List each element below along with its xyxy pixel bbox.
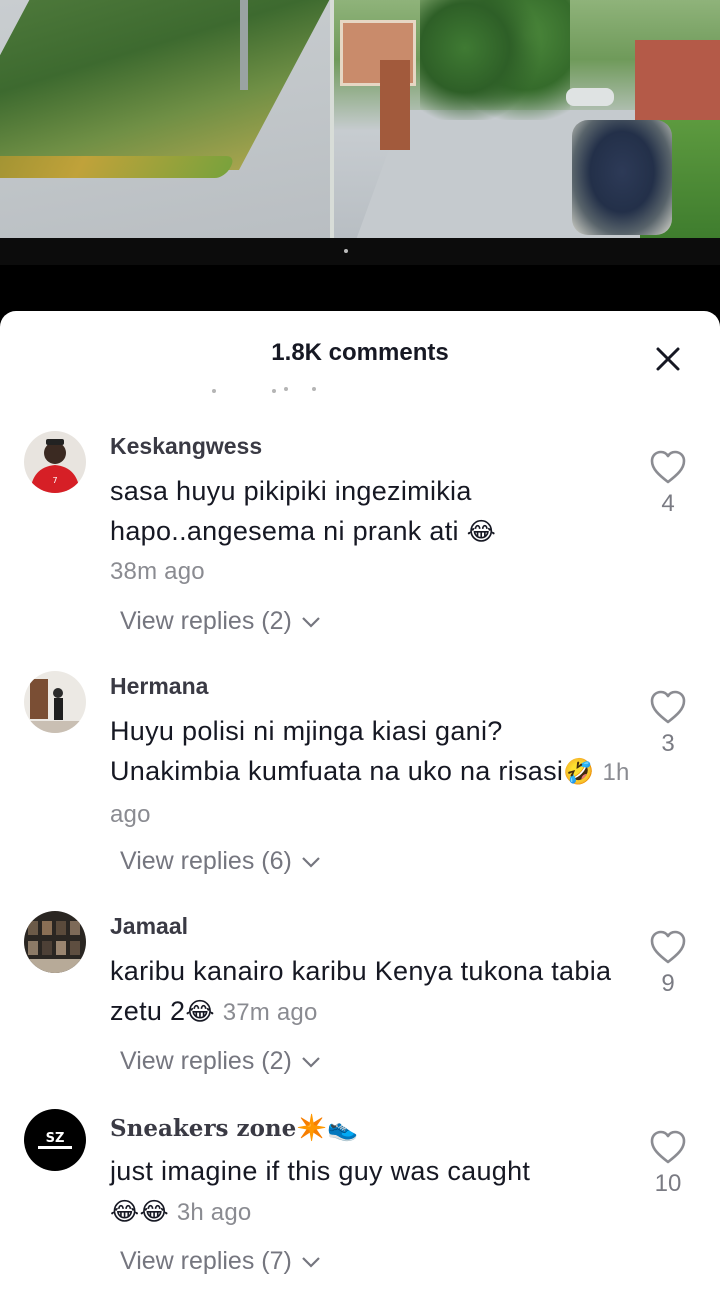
comments-sheet: 1.8K comments 7 Keskangwess sasa huyu pi… bbox=[0, 311, 720, 1299]
video-pole bbox=[240, 0, 248, 90]
comment-body: just imagine if this guy was caught bbox=[110, 1156, 531, 1186]
video-wall bbox=[635, 40, 720, 120]
avatar[interactable]: SZ bbox=[24, 1109, 86, 1171]
comment-emoji: 😂 bbox=[466, 518, 497, 546]
video-trees bbox=[420, 0, 570, 120]
previous-comment-peek bbox=[212, 387, 322, 397]
view-replies-button[interactable]: View replies (2) bbox=[120, 607, 321, 636]
comment-text: Huyu polisi ni mjinga kiasi gani? Unakim… bbox=[110, 711, 630, 835]
comment-time: 37m ago bbox=[222, 999, 318, 1026]
comment-username[interactable]: Hermana bbox=[110, 673, 208, 700]
video-gate bbox=[380, 60, 410, 150]
video-player[interactable] bbox=[0, 0, 720, 265]
video-frame bbox=[0, 0, 720, 238]
comment-username[interactable]: Jamaal bbox=[110, 913, 188, 940]
like-count: 9 bbox=[661, 970, 675, 997]
heart-outline-icon bbox=[650, 450, 686, 484]
view-replies-label: View replies (6) bbox=[120, 847, 292, 875]
heart-outline-icon bbox=[650, 690, 686, 724]
video-split-divider bbox=[330, 0, 334, 238]
svg-text:SZ: SZ bbox=[46, 1131, 65, 1146]
comment-text: sasa huyu pikipiki ingezimikia hapo..ang… bbox=[110, 471, 630, 592]
like-count: 4 bbox=[661, 490, 675, 517]
comment-username[interactable]: Keskangwess bbox=[110, 433, 262, 460]
view-replies-label: View replies (2) bbox=[120, 607, 292, 635]
comment-text: just imagine if this guy was caught 😂😂 3… bbox=[110, 1151, 630, 1233]
chevron-down-icon bbox=[302, 1057, 320, 1068]
avatar[interactable] bbox=[24, 911, 86, 973]
view-replies-button[interactable]: View replies (2) bbox=[120, 1047, 321, 1076]
view-replies-button[interactable]: View replies (7) bbox=[120, 1247, 321, 1276]
heart-outline-icon bbox=[650, 1130, 686, 1164]
like-button[interactable]: 9 bbox=[648, 929, 688, 998]
comment-emoji: 😂 bbox=[185, 998, 215, 1026]
comment-body: Huyu polisi ni mjinga kiasi gani? Unakim… bbox=[110, 716, 564, 786]
like-button[interactable]: 3 bbox=[648, 689, 688, 758]
close-button[interactable] bbox=[650, 341, 686, 377]
video-car bbox=[566, 88, 614, 106]
view-replies-button[interactable]: View replies (6) bbox=[120, 847, 321, 876]
comment-emoji: 🤣 bbox=[563, 758, 595, 786]
video-truck bbox=[572, 120, 672, 235]
svg-text:7: 7 bbox=[52, 476, 57, 485]
chevron-down-icon bbox=[302, 857, 320, 868]
like-button[interactable]: 4 bbox=[648, 449, 688, 518]
comment-username-text: Sneakers zone bbox=[110, 1115, 297, 1142]
like-count: 10 bbox=[654, 1170, 682, 1197]
chevron-down-icon bbox=[302, 1257, 320, 1268]
comment-body: sasa huyu pikipiki ingezimikia hapo..ang… bbox=[110, 476, 472, 546]
comment-username[interactable]: Sneakers zone✴️👟 bbox=[110, 1113, 359, 1143]
comment-emoji: 😂😂 bbox=[110, 1198, 170, 1226]
like-button[interactable]: 10 bbox=[648, 1129, 688, 1198]
view-replies-label: View replies (7) bbox=[120, 1247, 292, 1275]
comment-time: 38m ago bbox=[110, 558, 205, 585]
heart-outline-icon bbox=[650, 930, 686, 964]
video-indicator-dot bbox=[344, 249, 348, 253]
username-emoji: ✴️👟 bbox=[296, 1113, 359, 1142]
view-replies-label: View replies (2) bbox=[120, 1047, 292, 1075]
like-count: 3 bbox=[661, 730, 675, 757]
comment-time: 3h ago bbox=[176, 1199, 252, 1226]
avatar[interactable] bbox=[24, 671, 86, 733]
close-icon bbox=[656, 347, 680, 371]
avatar[interactable]: 7 bbox=[24, 431, 86, 493]
chevron-down-icon bbox=[302, 617, 320, 628]
comments-title: 1.8K comments bbox=[271, 339, 449, 366]
comment-text: karibu kanairo karibu Kenya tukona tabia… bbox=[110, 951, 630, 1033]
